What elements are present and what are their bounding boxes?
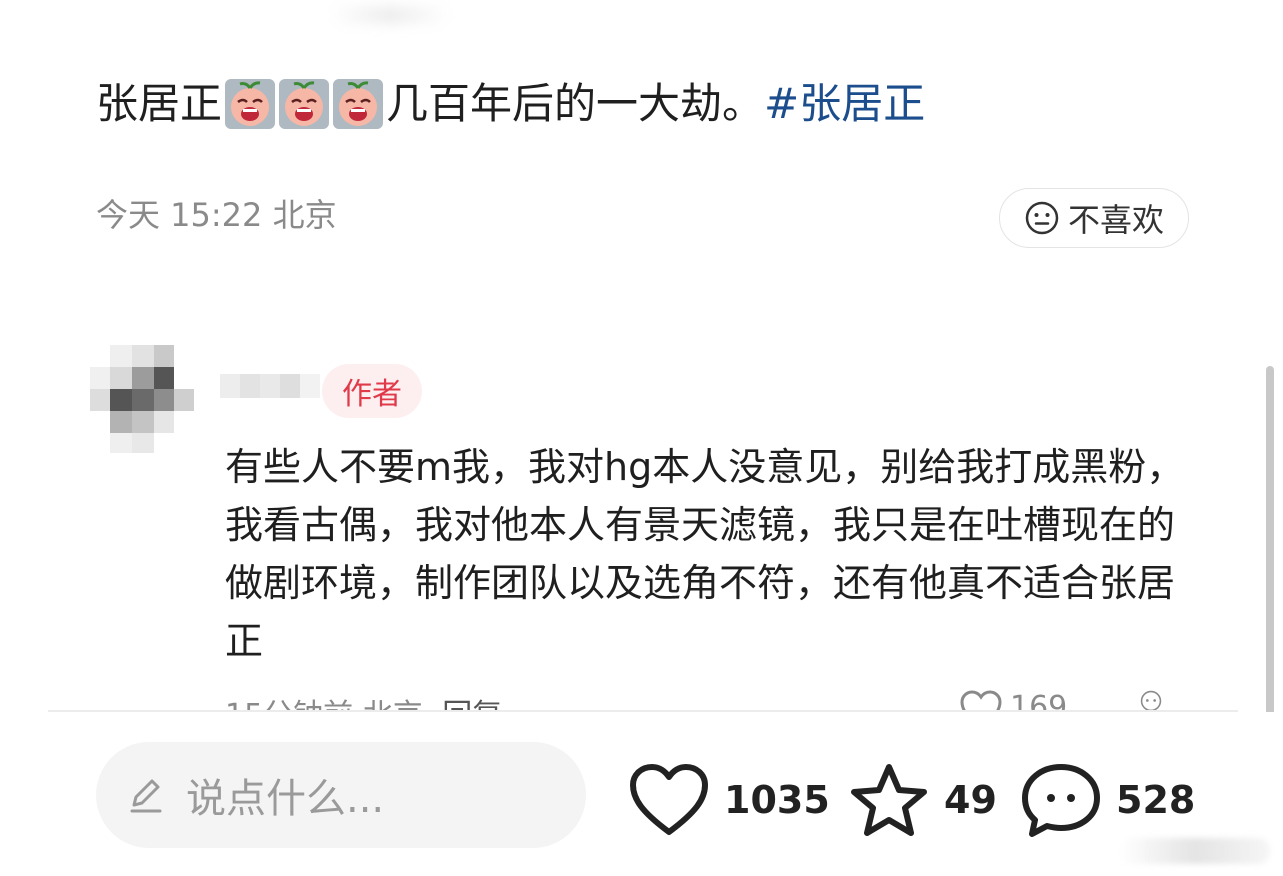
post-time: 今天 15:22 xyxy=(96,196,263,234)
comment-text: 有些人不要m我，我对hg本人没意见，别给我打成黑粉，我看古偶，我对他本人有景天滤… xyxy=(225,445,1185,663)
post-text: 张居正 几百年后的一大劫。 #张居正 xyxy=(96,76,925,132)
star-icon xyxy=(851,764,927,836)
neutral-face-icon xyxy=(1025,201,1059,235)
post-location: 北京 xyxy=(272,196,337,234)
crying-peach-icon xyxy=(333,79,384,129)
comment-bubble-icon xyxy=(1022,764,1100,837)
pencil-icon xyxy=(130,779,162,813)
username-blurred xyxy=(220,374,320,398)
watermark xyxy=(1120,838,1270,864)
like-button[interactable]: 1035 xyxy=(628,762,830,838)
comment-count: 528 xyxy=(1116,778,1196,822)
post-text-before: 张居正 xyxy=(96,79,223,128)
comment-like-button[interactable]: 169 xyxy=(960,690,1067,712)
post-detail-page: 张居正 几百年后的一大劫。 #张居正 今天 15:22 北京 不喜欢 作者 有些… xyxy=(0,0,1283,876)
crying-peach-icon xyxy=(225,79,276,129)
comment-more-icon[interactable] xyxy=(1130,690,1172,712)
hashtag-link[interactable]: #张居正 xyxy=(764,76,925,132)
crying-peach-icon xyxy=(279,79,330,129)
dislike-label: 不喜欢 xyxy=(1067,201,1164,239)
heart-icon xyxy=(630,764,708,835)
comment-button[interactable]: 528 xyxy=(1020,762,1195,838)
comment-like-count: 169 xyxy=(1010,690,1068,712)
post-meta: 今天 15:22 北京 xyxy=(96,190,337,236)
author-badge: 作者 xyxy=(322,364,422,418)
blurred-header xyxy=(330,6,450,24)
star-button[interactable]: 49 xyxy=(848,762,997,838)
comment-input-placeholder: 说点什么... xyxy=(186,776,385,822)
heart-icon xyxy=(960,690,1002,712)
post-text-after: 几百年后的一大劫。 xyxy=(386,79,765,128)
emoji-group xyxy=(224,78,384,130)
comment-input[interactable]: 说点什么... xyxy=(96,742,586,848)
star-count: 49 xyxy=(944,778,997,822)
like-count: 1035 xyxy=(724,778,830,822)
avatar[interactable] xyxy=(90,345,194,465)
scrollbar[interactable] xyxy=(1266,366,1274,736)
dislike-button[interactable]: 不喜欢 xyxy=(999,188,1189,248)
comment-meta: 15分钟前 北京 回复 xyxy=(225,690,502,712)
